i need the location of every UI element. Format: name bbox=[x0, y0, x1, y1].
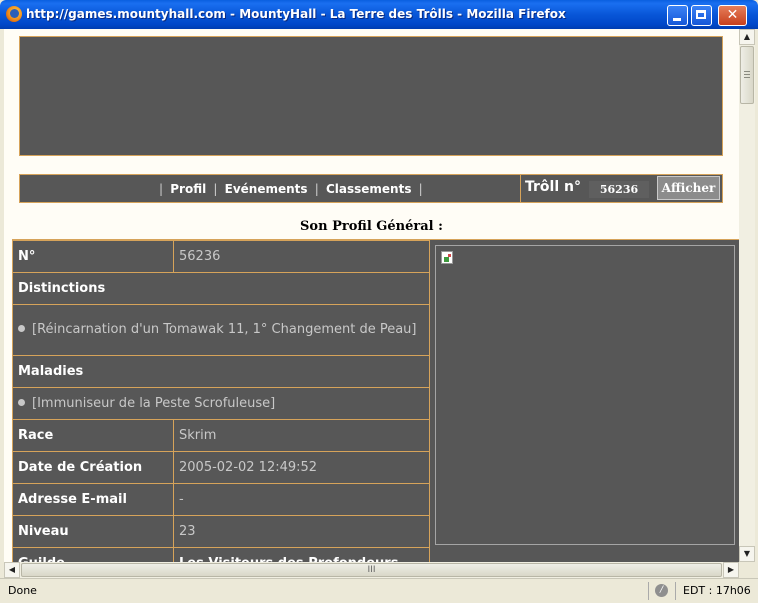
status-divider bbox=[648, 582, 649, 600]
profile-menu-bar: | Profil | Evénements | Classements | Tr… bbox=[19, 174, 723, 203]
email-value: - bbox=[173, 483, 430, 516]
niveau-label: Niveau bbox=[12, 515, 174, 548]
menu-link-classements[interactable]: Classements bbox=[326, 182, 412, 196]
troll-search: Trôll n° Afficher bbox=[520, 175, 723, 202]
troll-number-input[interactable] bbox=[589, 181, 649, 198]
status-bar: Done / EDT : 17h06 bbox=[0, 578, 758, 603]
menu-links: | Profil | Evénements | Classements | bbox=[156, 175, 426, 202]
menu-separator: | bbox=[159, 182, 164, 196]
close-button[interactable]: ✕ bbox=[718, 5, 747, 26]
maladies-cell: [Immuniseur de la Peste Scrofuleuse] bbox=[12, 387, 430, 420]
scrollbar-corner bbox=[739, 562, 755, 578]
header-banner bbox=[19, 36, 723, 156]
window-title: http://games.mountyhall.com - MountyHall… bbox=[26, 7, 566, 21]
profile-panel: N° 56236 Distinctions [Réincarnation d'u… bbox=[12, 239, 739, 562]
distinctions-value: [Réincarnation d'un Tomawak 11, 1° Chang… bbox=[32, 322, 417, 337]
numero-label: N° bbox=[12, 240, 174, 273]
email-label: Adresse E-mail bbox=[12, 483, 174, 516]
table-row: N° 56236 bbox=[12, 240, 430, 273]
table-row: Niveau 23 bbox=[12, 515, 430, 548]
menu-link-profil[interactable]: Profil bbox=[170, 182, 206, 196]
minimize-button[interactable] bbox=[667, 5, 688, 26]
table-row: Maladies bbox=[12, 355, 430, 388]
horizontal-scrollbar[interactable]: ◀ III ▶ bbox=[4, 562, 739, 578]
table-row: Guilde Les Visiteurs des Profondeurs bbox=[12, 547, 430, 562]
troll-image-panel bbox=[435, 245, 735, 545]
table-row: Adresse E-mail - bbox=[12, 483, 430, 516]
minimize-icon bbox=[673, 18, 681, 21]
table-row: [Réincarnation d'un Tomawak 11, 1° Chang… bbox=[12, 304, 430, 356]
no-signature-icon[interactable]: / bbox=[655, 584, 668, 597]
menu-separator: | bbox=[213, 182, 218, 196]
scroll-down-icon[interactable]: ▼ bbox=[739, 546, 755, 562]
guilde-value: Les Visiteurs des Profondeurs bbox=[173, 547, 430, 562]
scroll-up-icon[interactable]: ▲ bbox=[739, 29, 755, 45]
browser-window: http://games.mountyhall.com - MountyHall… bbox=[0, 0, 758, 603]
section-title: Son Profil Général : bbox=[300, 219, 443, 234]
bullet-icon bbox=[18, 398, 25, 406]
horizontal-scroll-thumb[interactable]: III bbox=[21, 563, 722, 577]
table-row: Race Skrim bbox=[12, 419, 430, 452]
troll-number-label: Trôll n° bbox=[525, 179, 581, 195]
bullet-icon bbox=[18, 325, 25, 332]
maladies-value: [Immuniseur de la Peste Scrofuleuse] bbox=[32, 395, 276, 411]
table-row: Date de Création 2005-02-02 12:49:52 bbox=[12, 451, 430, 484]
broken-image-icon bbox=[441, 251, 453, 264]
maladies-label: Maladies bbox=[12, 355, 430, 388]
vertical-scrollbar[interactable]: ▲ ▼ bbox=[739, 29, 755, 562]
page-viewport: | Profil | Evénements | Classements | Tr… bbox=[4, 29, 739, 562]
profile-table: N° 56236 Distinctions [Réincarnation d'u… bbox=[12, 240, 430, 562]
maximize-button[interactable] bbox=[691, 5, 712, 26]
status-divider bbox=[675, 582, 676, 600]
menu-separator: | bbox=[314, 182, 319, 196]
vertical-scroll-thumb[interactable] bbox=[740, 46, 754, 104]
status-text: Done bbox=[8, 584, 37, 597]
afficher-button[interactable]: Afficher bbox=[657, 176, 720, 200]
scroll-left-icon[interactable]: ◀ bbox=[4, 562, 20, 578]
table-row: Distinctions bbox=[12, 272, 430, 305]
scroll-right-icon[interactable]: ▶ bbox=[723, 562, 739, 578]
distinctions-label: Distinctions bbox=[12, 272, 430, 305]
numero-value: 56236 bbox=[173, 240, 430, 273]
menu-link-evenements[interactable]: Evénements bbox=[225, 182, 308, 196]
maximize-icon bbox=[696, 10, 706, 19]
status-clock: EDT : 17h06 bbox=[683, 584, 751, 597]
niveau-value: 23 bbox=[173, 515, 430, 548]
firefox-icon bbox=[6, 6, 22, 22]
race-value: Skrim bbox=[173, 419, 430, 452]
close-icon: ✕ bbox=[726, 7, 739, 23]
race-label: Race bbox=[12, 419, 174, 452]
date-creation-label: Date de Création bbox=[12, 451, 174, 484]
distinctions-cell: [Réincarnation d'un Tomawak 11, 1° Chang… bbox=[12, 304, 430, 356]
date-creation-value: 2005-02-02 12:49:52 bbox=[173, 451, 430, 484]
title-bar: http://games.mountyhall.com - MountyHall… bbox=[0, 0, 758, 29]
guilde-label: Guilde bbox=[12, 547, 174, 562]
table-row: [Immuniseur de la Peste Scrofuleuse] bbox=[12, 387, 430, 420]
menu-separator: | bbox=[418, 182, 423, 196]
